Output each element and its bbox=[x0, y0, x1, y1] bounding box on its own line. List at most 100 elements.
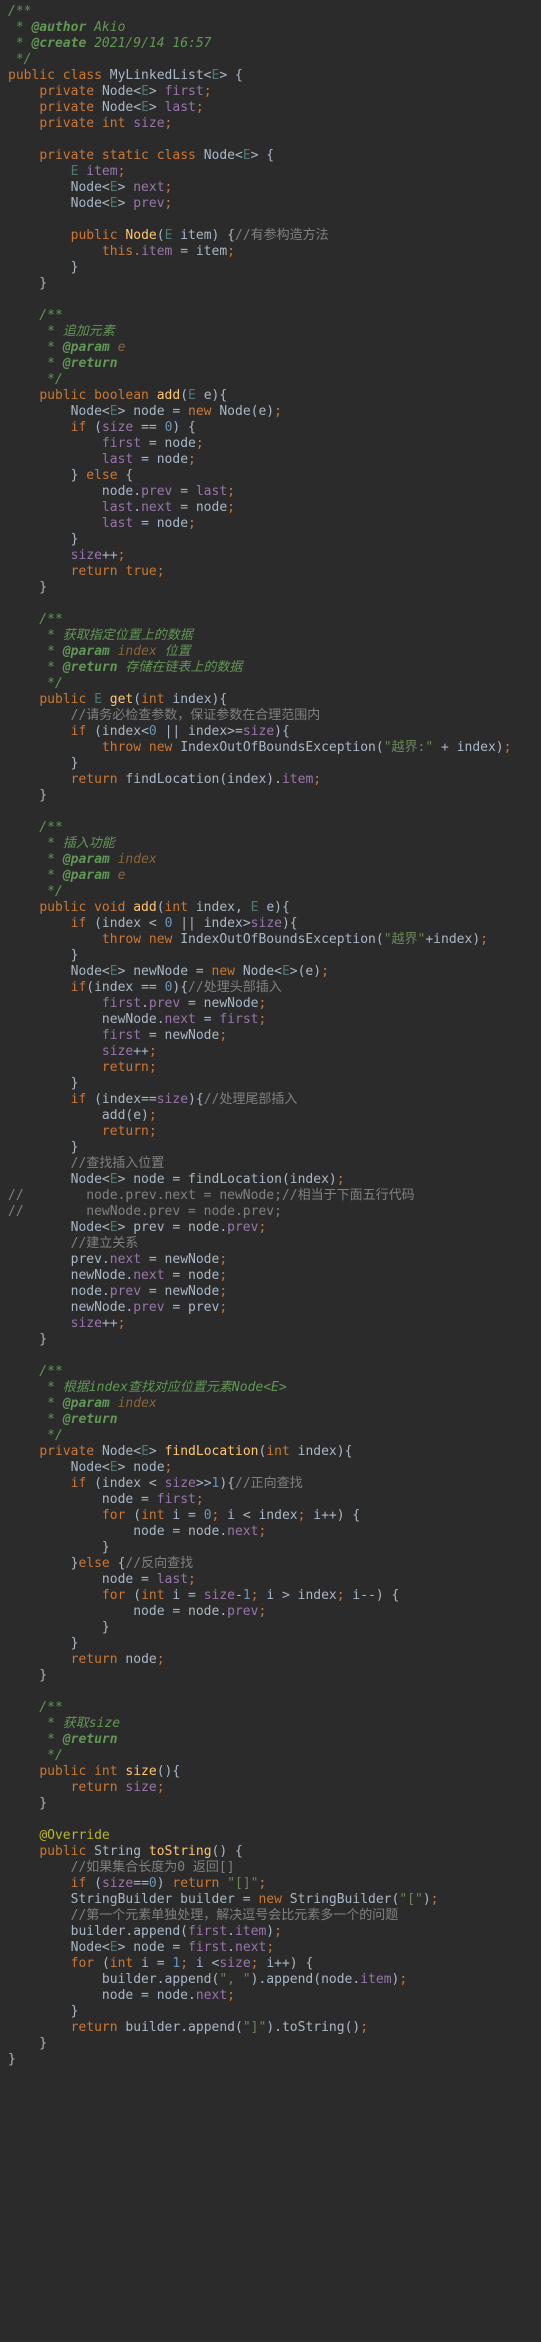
code-token-pl: Node< bbox=[8, 964, 110, 979]
code-token-field: item bbox=[281, 772, 314, 787]
code-token-kw: ; bbox=[227, 244, 235, 259]
code-text[interactable]: /** * @author Akio * @create 2021/9/14 1… bbox=[8, 4, 511, 2068]
code-token-tag: @param bbox=[62, 340, 118, 355]
code-token-tag: @create bbox=[31, 36, 87, 51]
code-token-doc: * bbox=[8, 868, 63, 883]
code-token-docval: index bbox=[117, 852, 157, 867]
code-line: * @param index 位置 bbox=[8, 644, 511, 660]
code-token-pl: = node bbox=[180, 500, 228, 515]
code-token-doc: * bbox=[8, 644, 63, 659]
code-line: node = first; bbox=[8, 1492, 511, 1508]
code-token-kw: ; bbox=[117, 548, 126, 563]
code-token-pl: IndexOutOfBoundsException( bbox=[180, 740, 384, 755]
code-token-doc: 2021/9/14 16:57 bbox=[86, 36, 212, 51]
code-token-kw: int bbox=[141, 1588, 173, 1603]
code-token-tp: E bbox=[94, 692, 110, 707]
code-token-field: last bbox=[156, 1572, 189, 1587]
code-line: ​ bbox=[8, 132, 511, 148]
code-token-docval: e bbox=[117, 868, 126, 883]
code-line: private Node<E> last; bbox=[8, 100, 511, 116]
code-line: @Override bbox=[8, 1828, 511, 1844]
code-token-pl: ( bbox=[180, 388, 189, 403]
code-token-doc: Akio bbox=[86, 20, 126, 35]
code-token-pl: } bbox=[8, 1636, 79, 1651]
code-line: */ bbox=[8, 52, 511, 68]
code-line: for (int i = 0; i < index; i++) { bbox=[8, 1508, 511, 1524]
code-token-fn: add bbox=[156, 388, 181, 403]
code-token-kw: ; bbox=[503, 740, 512, 755]
code-line: return builder.append("]").toString(); bbox=[8, 2020, 511, 2036]
code-token-doc: */ bbox=[8, 52, 32, 67]
code-token-pl: builder.append( bbox=[8, 1924, 189, 1939]
code-token-doc: */ bbox=[8, 1428, 63, 1443]
code-token-kw: ; bbox=[227, 1988, 235, 2003]
code-line: ​ bbox=[8, 1684, 511, 1700]
code-line: Node<E> next; bbox=[8, 180, 511, 196]
code-token-doc: * 插入功能 bbox=[8, 836, 115, 851]
code-token-kw: ; bbox=[195, 100, 204, 115]
code-token-pl: MyLinkedList< bbox=[109, 68, 212, 83]
code-line: public class MyLinkedList<E> { bbox=[8, 68, 511, 84]
code-token-fn: Node bbox=[125, 228, 157, 243]
code-token-pl: index, bbox=[195, 900, 251, 915]
code-token-kw: ; bbox=[274, 1924, 282, 1939]
code-token-pl: ) bbox=[266, 1924, 275, 1939]
code-token-num: 0 bbox=[203, 1508, 212, 1523]
code-line: } bbox=[8, 1076, 511, 1092]
code-line: * @param e bbox=[8, 868, 511, 884]
code-token-com: //第一个元素单独处理，解决逗号会比元素多一个的问题 bbox=[70, 1908, 399, 1923]
code-token-pl: >> bbox=[195, 1476, 212, 1491]
code-line: * 追加元素 bbox=[8, 324, 511, 340]
code-token-kw: ; bbox=[227, 500, 235, 515]
code-token-kw: ; bbox=[266, 1940, 275, 1955]
code-token-kw: ; bbox=[219, 1284, 228, 1299]
code-token-kw: ; bbox=[156, 1652, 165, 1667]
code-token-kw: int bbox=[266, 1444, 298, 1459]
code-token-kw: public class bbox=[8, 68, 110, 83]
code-line: /** bbox=[8, 4, 511, 20]
code-token-pl: > { bbox=[219, 68, 243, 83]
code-token-pl: (index < bbox=[94, 1476, 165, 1491]
code-token-kw: ; bbox=[219, 1028, 228, 1043]
code-token-kw: ; bbox=[250, 1956, 267, 1971]
code-token-pl: e){ bbox=[203, 388, 228, 403]
code-token-field: size bbox=[101, 420, 142, 435]
code-token-kw: ; bbox=[219, 1252, 228, 1267]
code-token-kw: ; bbox=[430, 1892, 439, 1907]
code-token-kw: if bbox=[70, 1092, 95, 1107]
code-token-fn: get bbox=[109, 692, 134, 707]
code-token-pl: Node< bbox=[8, 180, 110, 195]
code-token-kw: ; bbox=[321, 964, 329, 979]
code-token-field: size bbox=[101, 1876, 134, 1891]
code-token-pl: { bbox=[125, 468, 134, 483]
code-line: node.prev = last; bbox=[8, 484, 511, 500]
code-token-pl: Node< bbox=[242, 964, 282, 979]
code-token-tp: E bbox=[109, 964, 118, 979]
code-token-pl: i--) { bbox=[352, 1588, 400, 1603]
code-token-field: size bbox=[70, 548, 102, 563]
code-token-com: //有参构造方法 bbox=[235, 228, 329, 243]
code-line: ​ bbox=[8, 292, 511, 308]
code-token-pl: StringBuilder builder = bbox=[8, 1892, 259, 1907]
code-token-pl: } bbox=[8, 1076, 79, 1091]
code-token-kw: ; bbox=[180, 1956, 196, 1971]
code-token-pl: } bbox=[8, 276, 48, 291]
code-token-field: next bbox=[133, 180, 165, 195]
code-editor[interactable]: /** * @author Akio * @create 2021/9/14 1… bbox=[0, 0, 541, 2342]
code-token-doc: /** bbox=[8, 1364, 63, 1379]
code-line: */ bbox=[8, 1748, 511, 1764]
code-token-pl: } bbox=[8, 260, 79, 275]
code-token-pl: > { bbox=[250, 148, 275, 163]
code-token-pl: IndexOutOfBoundsException( bbox=[180, 932, 384, 947]
code-line: node = node.next; bbox=[8, 1988, 511, 2004]
code-line: return; bbox=[8, 1060, 511, 1076]
code-token-pl: String bbox=[94, 1844, 149, 1859]
code-line: return; bbox=[8, 1124, 511, 1140]
